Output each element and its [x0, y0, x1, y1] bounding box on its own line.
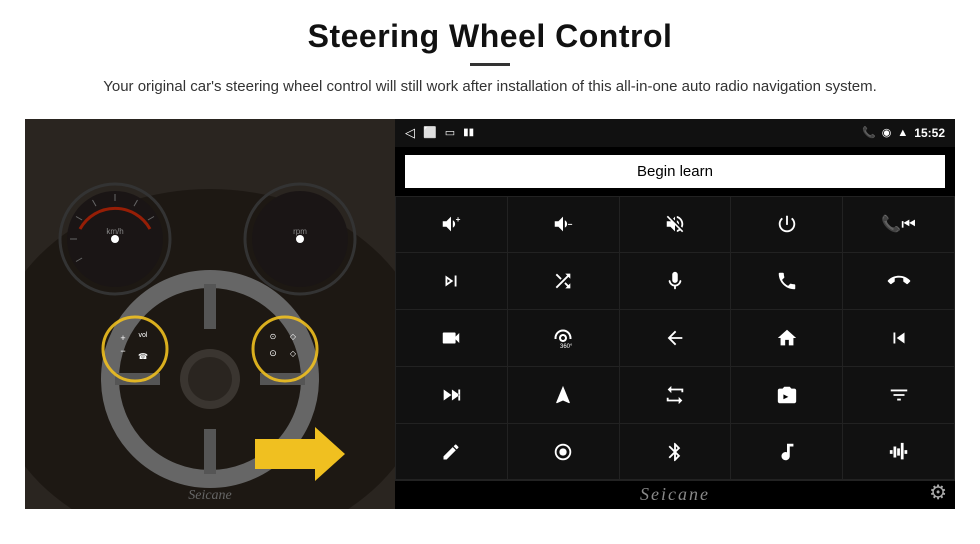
svg-text:⊙: ⊙ — [269, 348, 277, 358]
svg-text:+: + — [456, 216, 461, 225]
android-panel: ◁ ⬜ ▭ ▮▮ 📞 ◉ ▲ 15:52 Begin learn — [395, 119, 955, 509]
controls-grid: + − 📞⏮ — [395, 196, 955, 481]
back-nav-button[interactable] — [620, 310, 731, 366]
swap-button[interactable] — [620, 367, 731, 423]
camera-360-button[interactable]: 360° — [508, 310, 619, 366]
status-bar: ◁ ⬜ ▭ ▮▮ 📞 ◉ ▲ 15:52 — [395, 119, 955, 147]
bluetooth-button[interactable] — [620, 424, 731, 480]
dashboard-camera-button[interactable]: ▶ — [731, 367, 842, 423]
svg-text:☎: ☎ — [138, 352, 148, 361]
page-title: Steering Wheel Control — [60, 18, 920, 55]
power-button[interactable] — [731, 197, 842, 253]
svg-text:◇: ◇ — [290, 332, 297, 341]
back-arrow-icon[interactable]: ◁ — [405, 125, 415, 141]
svg-text:km/h: km/h — [106, 227, 123, 236]
title-divider — [470, 63, 510, 66]
shuffle-button[interactable] — [508, 253, 619, 309]
volume-down-button[interactable]: − — [508, 197, 619, 253]
equalizer-button[interactable] — [843, 367, 954, 423]
content-area: km/h rpm — [25, 119, 955, 509]
begin-learn-button[interactable]: Begin learn — [405, 155, 945, 188]
location-icon: ◉ — [882, 126, 892, 139]
music-button[interactable] — [731, 424, 842, 480]
gear-icon[interactable]: ⚙ — [929, 480, 947, 505]
microphone-button[interactable] — [620, 253, 731, 309]
phone-status-icon: 📞 — [862, 126, 876, 139]
svg-text:⊙: ⊙ — [270, 332, 277, 341]
next-track-button[interactable] — [396, 253, 507, 309]
phone-prev-button[interactable]: 📞⏮ — [843, 197, 954, 253]
svg-text:+: + — [120, 333, 125, 343]
volume-up-button[interactable]: + — [396, 197, 507, 253]
brand-name: Seicane — [640, 484, 710, 505]
svg-text:−: − — [120, 346, 125, 356]
rewind-button[interactable] — [843, 310, 954, 366]
home-icon[interactable]: ⬜ — [423, 126, 437, 139]
car-image: km/h rpm — [25, 119, 395, 509]
home-nav-button[interactable] — [731, 310, 842, 366]
begin-learn-row: Begin learn — [395, 147, 955, 196]
status-bar-left: ◁ ⬜ ▭ ▮▮ — [405, 125, 474, 141]
end-call-button[interactable] — [843, 253, 954, 309]
window-icon[interactable]: ▭ — [445, 126, 455, 139]
svg-text:◇: ◇ — [290, 349, 297, 358]
svg-text:Seicane: Seicane — [188, 488, 232, 503]
pen-button[interactable] — [396, 424, 507, 480]
wave-equalizer-button[interactable] — [843, 424, 954, 480]
brand-bar: Seicane ⚙ — [395, 481, 955, 509]
svg-text:rpm: rpm — [293, 227, 307, 236]
record-button[interactable] — [508, 424, 619, 480]
page-header: Steering Wheel Control Your original car… — [0, 0, 980, 109]
header-description: Your original car's steering wheel contr… — [100, 76, 880, 99]
svg-text:▶: ▶ — [783, 393, 788, 400]
signal-icon: ▮▮ — [463, 127, 474, 138]
camera-button[interactable] — [396, 310, 507, 366]
svg-text:−: − — [568, 220, 573, 229]
mute-button[interactable] — [620, 197, 731, 253]
navigate-button[interactable] — [508, 367, 619, 423]
wifi-icon: ▲ — [897, 127, 908, 139]
call-button[interactable] — [731, 253, 842, 309]
time-display: 15:52 — [914, 126, 945, 140]
svg-text:360°: 360° — [560, 344, 573, 350]
fast-forward-button[interactable] — [396, 367, 507, 423]
status-bar-right: 📞 ◉ ▲ 15:52 — [862, 126, 945, 140]
svg-text:vol: vol — [139, 332, 148, 339]
